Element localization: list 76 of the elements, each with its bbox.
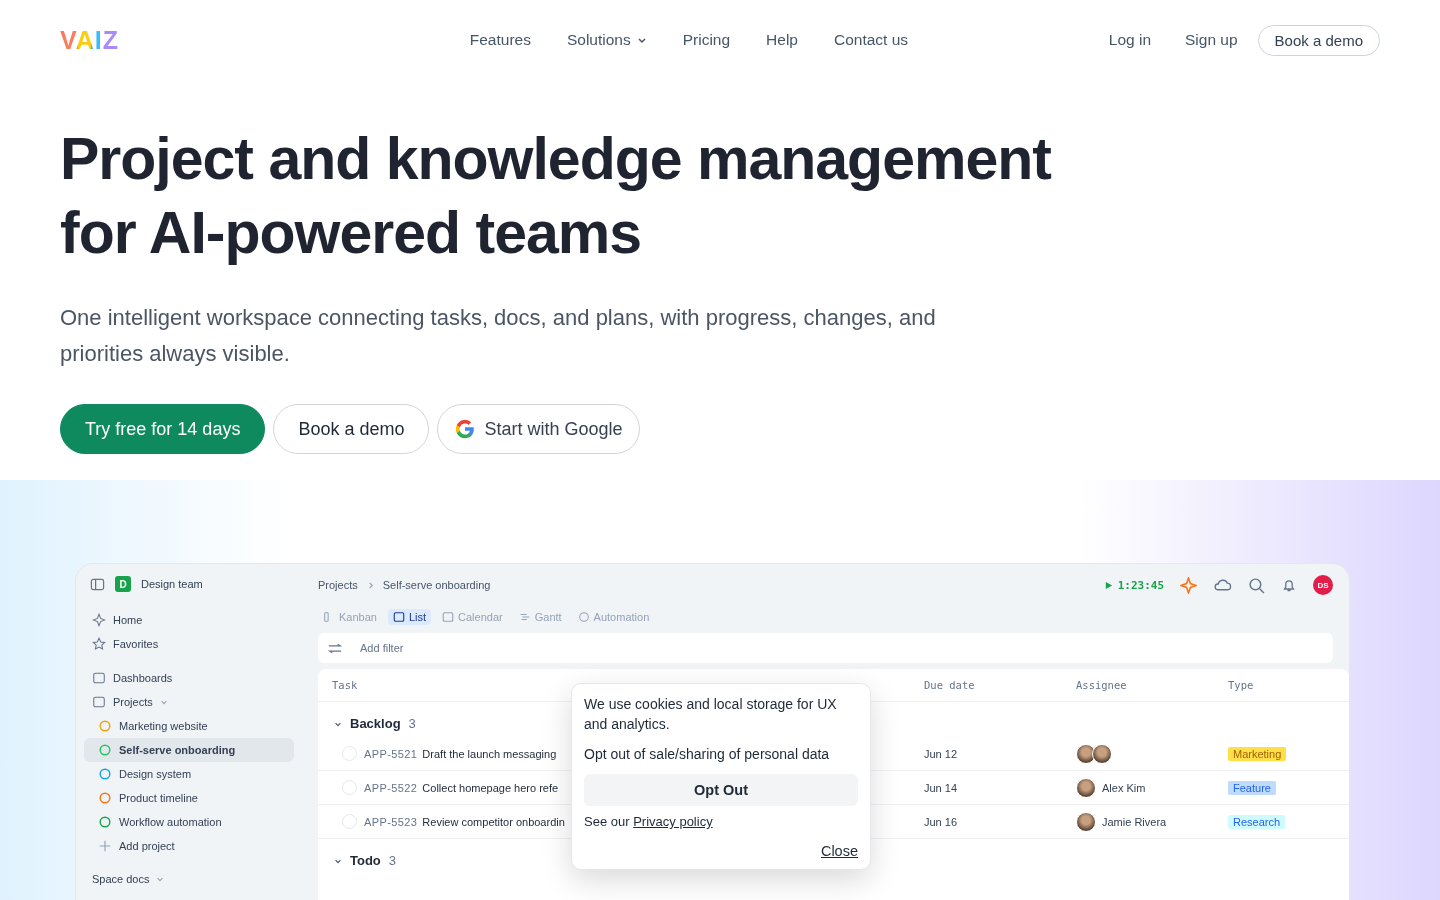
trial-button[interactable]: Try free for 14 days xyxy=(60,404,266,454)
sidebar-item[interactable]: Workflow automation xyxy=(84,810,294,834)
login-link[interactable]: Log in xyxy=(1108,31,1152,49)
avatar xyxy=(1092,743,1112,764)
type-tag: Research xyxy=(1228,814,1286,829)
type-tag: Marketing xyxy=(1228,746,1287,761)
gantt-icon xyxy=(518,611,531,623)
breadcrumb-link[interactable]: Projects xyxy=(318,579,358,591)
sidebar-item[interactable]: Home xyxy=(84,608,294,632)
sparkle-icon xyxy=(92,613,106,627)
signup-link[interactable]: Sign up xyxy=(1185,31,1238,49)
column-header: Type xyxy=(1228,679,1255,691)
assignee-name: Jamie Rivera xyxy=(1102,815,1167,828)
sidebar-item[interactable]: Product timeline xyxy=(84,786,294,810)
nav-link[interactable]: Solutions xyxy=(566,31,647,49)
play-icon xyxy=(1103,580,1113,590)
task-id: APP-5522 xyxy=(364,781,418,794)
google-icon xyxy=(454,418,477,440)
demo-button[interactable]: Book a demo xyxy=(273,404,430,454)
swap-icon xyxy=(328,642,342,654)
opt-out-text: Opt out of sale/sharing of personal data xyxy=(584,745,831,764)
sidebar-item[interactable]: Favorites xyxy=(84,632,294,656)
plus-icon xyxy=(98,839,112,853)
add-project-button[interactable]: Add project xyxy=(84,834,294,858)
section-header[interactable]: Space docs xyxy=(84,868,294,890)
user-avatar[interactable]: DS xyxy=(1313,575,1333,595)
filter-placeholder: Add filter xyxy=(360,642,404,654)
cloud-icon[interactable] xyxy=(1213,577,1232,593)
sidebar-item[interactable]: Design system xyxy=(84,762,294,786)
sidebar-item[interactable]: Projects xyxy=(84,690,294,714)
due-date: Jun 16 xyxy=(924,815,959,828)
nav-link[interactable]: Pricing xyxy=(682,31,731,49)
group-name: Backlog xyxy=(350,716,401,731)
breadcrumb-current: Self-serve onboarding xyxy=(382,579,491,591)
nav-link[interactable]: Contact us xyxy=(834,31,909,49)
policy-text: See our xyxy=(584,814,630,829)
sparkle-icon[interactable] xyxy=(1180,576,1197,594)
nav-link[interactable]: Features xyxy=(469,31,531,49)
due-date: Jun 14 xyxy=(924,781,959,794)
sidebar-toggle-icon[interactable] xyxy=(90,576,105,592)
bell-icon[interactable] xyxy=(1281,577,1297,593)
google-button[interactable]: Start with Google xyxy=(437,404,640,454)
hero-title: Project and knowledge management for AI-powered teams xyxy=(60,125,1053,268)
avatar xyxy=(1076,743,1096,764)
star-icon xyxy=(92,637,106,651)
search-icon[interactable] xyxy=(1248,576,1265,594)
group-count: 3 xyxy=(388,853,397,868)
column-header: Due date xyxy=(924,679,976,691)
workspace-name[interactable]: Design team xyxy=(141,578,203,590)
group-name: Todo xyxy=(350,853,381,868)
column-header: Assignee xyxy=(1076,679,1128,691)
due-date: Jun 12 xyxy=(924,747,959,760)
nav-link[interactable]: Help xyxy=(766,31,798,49)
avatar xyxy=(1076,811,1096,832)
assignee-name: Alex Kim xyxy=(1102,781,1146,794)
task-title[interactable]: Draft the launch messaging xyxy=(422,747,557,760)
view-tab[interactable]: List xyxy=(387,609,432,625)
avatar xyxy=(1076,777,1096,798)
close-link[interactable]: Close xyxy=(820,843,858,859)
sidebar-item[interactable]: Dashboards xyxy=(84,666,294,690)
book-demo-button[interactable]: Book a demo xyxy=(1257,24,1380,56)
opt-out-button[interactable]: Opt Out xyxy=(584,774,858,806)
cookie-text: We use cookies and local storage for UX and analytics. xyxy=(584,695,838,734)
task-title[interactable]: Review competitor onboardin xyxy=(422,815,565,828)
group-count: 3 xyxy=(408,716,416,731)
privacy-policy-link[interactable]: Privacy policy xyxy=(633,814,713,829)
type-tag: Feature xyxy=(1228,780,1276,795)
filter-bar[interactable]: Add filter xyxy=(318,633,1333,663)
sidebar-item[interactable]: Marketing website xyxy=(84,714,294,738)
task-id: APP-5523 xyxy=(364,815,418,828)
column-header: Task xyxy=(332,679,359,691)
task-id: APP-5521 xyxy=(364,747,418,760)
sidebar-item[interactable]: Self-serve onboarding xyxy=(84,738,294,762)
task-title[interactable]: Collect homepage hero refe xyxy=(422,781,559,794)
hero-subtitle: One intelligent workspace connecting tasks, docs, and plans, with progress, changes, and priorities always visible. xyxy=(60,304,937,368)
workspace-badge: D xyxy=(115,576,131,592)
